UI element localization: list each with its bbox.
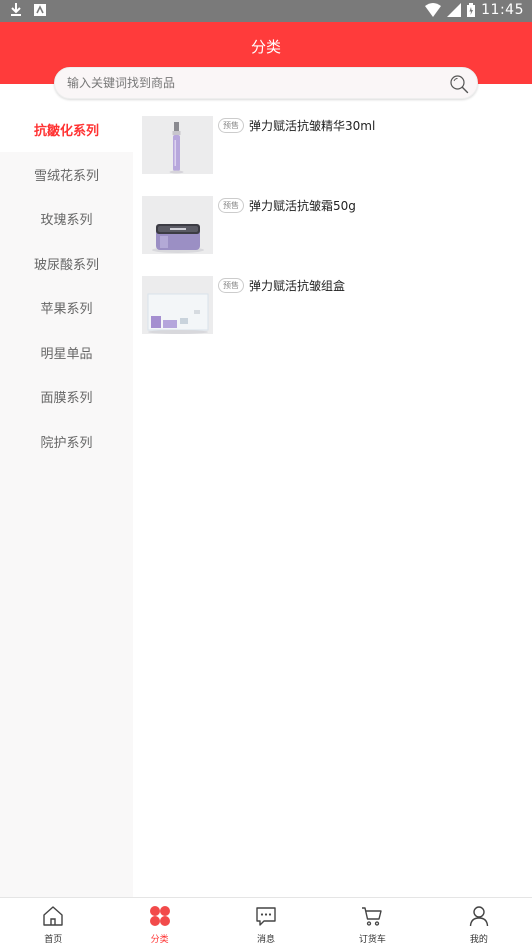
tab-category[interactable]: 分类: [106, 898, 212, 946]
status-left: [10, 3, 46, 17]
status-bar: 11:45: [0, 0, 532, 22]
cream-jar-icon: [142, 196, 213, 254]
product-title-row: 预售 弹力赋活抗皱组盒: [218, 277, 345, 294]
screen: 11:45 分类 抗皺化系列 雪绒花系列 玫瑰系列 玻尿酸系列 苹果系列 明星单…: [0, 0, 532, 946]
product-title-row: 预售 弹力赋活抗皱精华30ml: [218, 117, 375, 134]
sidebar-item-apple[interactable]: 苹果系列: [0, 286, 133, 331]
sidebar-item-masks[interactable]: 面膜系列: [0, 375, 133, 420]
sidebar-item-label: 玻尿酸系列: [33, 257, 99, 273]
sidebar-item-label: 抗皺化系列: [33, 123, 99, 139]
sidebar-item-label: 玫瑰系列: [40, 213, 93, 229]
product-image-cream[interactable]: [142, 196, 213, 254]
sidebar-item-rose[interactable]: 玫瑰系列: [0, 197, 133, 242]
cart-icon: [362, 907, 383, 926]
search-bar[interactable]: [54, 67, 478, 99]
category-sidebar: 抗皺化系列 雪绒花系列 玫瑰系列 玻尿酸系列 苹果系列 明星单品 面膜系列 院护…: [0, 106, 133, 897]
presale-badge: 预售: [218, 278, 244, 293]
tab-cart[interactable]: 订货车: [319, 898, 425, 946]
sidebar-item-star-products[interactable]: 明星单品: [0, 330, 133, 375]
product-title[interactable]: 弹力赋活抗皱精华30ml: [249, 117, 375, 134]
product-item[interactable]: 预售 弹力赋活抗皱精华30ml: [142, 116, 522, 196]
battery-icon: [467, 3, 476, 17]
bottom-tab-bar: 首页 分类 消息 订货车 我的: [0, 897, 532, 946]
product-title[interactable]: 弹力赋活抗皱霜50g: [249, 197, 356, 214]
sidebar-item-label: 面膜系列: [40, 391, 93, 407]
product-image-gift-box[interactable]: [142, 276, 213, 334]
status-right: 11:45: [425, 2, 524, 18]
serum-bottle-icon: [142, 116, 213, 174]
download-icon: [11, 3, 21, 16]
product-title[interactable]: 弹力赋活抗皱组盒: [249, 277, 345, 294]
tab-label: 分类: [150, 935, 169, 945]
sidebar-item-label: 明星单品: [40, 346, 93, 362]
product-item[interactable]: 预售 弹力赋活抗皱霜50g: [142, 196, 522, 276]
tab-home[interactable]: 首页: [0, 898, 106, 946]
tab-profile[interactable]: 我的: [426, 898, 532, 946]
home-icon: [43, 906, 63, 926]
tab-label: 首页: [44, 935, 63, 945]
sidebar-item-anti-wrinkle[interactable]: 抗皺化系列: [0, 106, 133, 152]
tab-label: 订货车: [358, 935, 386, 945]
page-title: 分类: [250, 38, 281, 56]
search-icon[interactable]: [449, 74, 469, 94]
presale-badge: 预售: [218, 198, 244, 213]
tab-label: 消息: [257, 935, 276, 945]
presale-badge: 预售: [218, 118, 244, 133]
gift-box-icon: [142, 276, 213, 334]
category-icon: [149, 906, 170, 926]
message-icon: [256, 907, 276, 926]
search-input[interactable]: [67, 68, 447, 98]
sidebar-item-hyaluronic[interactable]: 玻尿酸系列: [0, 241, 133, 286]
wifi-icon: [425, 3, 442, 17]
product-list: 预售 弹力赋活抗皱精华30ml 预售 弹力赋活抗皱霜50g 预售 弹力赋活抗皱组…: [142, 116, 522, 356]
sidebar-item-edelweiss[interactable]: 雪绒花系列: [0, 152, 133, 197]
sidebar-item-label: 苹果系列: [40, 302, 93, 318]
sidebar-item-label: 雪绒花系列: [33, 168, 99, 184]
tab-label: 我的: [469, 935, 488, 945]
status-time: 11:45: [481, 2, 524, 18]
product-title-row: 预售 弹力赋活抗皱霜50g: [218, 197, 356, 214]
sidebar-item-salon-care[interactable]: 院护系列: [0, 419, 133, 464]
profile-icon: [469, 906, 489, 927]
product-item[interactable]: 预售 弹力赋活抗皱组盒: [142, 276, 522, 356]
tab-messages[interactable]: 消息: [213, 898, 319, 946]
signal-icon: [447, 3, 462, 17]
app-icon: [34, 4, 46, 16]
product-image-serum[interactable]: [142, 116, 213, 174]
sidebar-item-label: 院护系列: [40, 435, 93, 451]
